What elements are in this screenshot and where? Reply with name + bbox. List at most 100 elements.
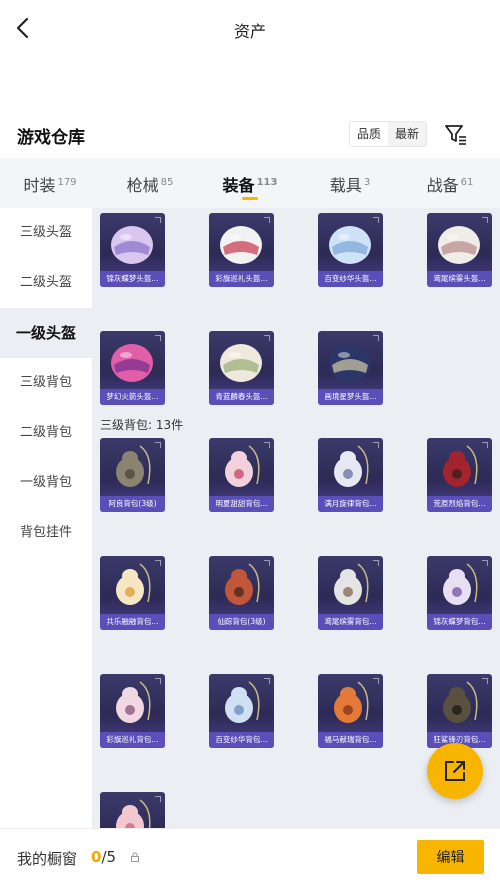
sidebar-item-level1-helmet[interactable]: 一级头盔 [0, 308, 92, 358]
item-name: 百变纱华背包... [209, 732, 274, 748]
card-corner-mark [155, 560, 161, 566]
backpack-group-label: 三级背包: 13件 [100, 418, 184, 432]
item-grid-area: 锦灰蝶梦头盔... 彩旗巡礼头盔... 百变纱华头盔... 鸢尾缤雾头盔... 梦幻火箭… [92, 208, 500, 828]
showcase-bar: 我的橱窗 0/5 编辑 [0, 828, 500, 885]
sidebar-item-level3-backpack[interactable]: 三级背包 [0, 358, 92, 408]
card-corner-mark [155, 678, 161, 684]
card-corner-mark [155, 796, 161, 802]
card-corner-mark [482, 217, 488, 223]
item-name: 锦灰蝶梦背包... [427, 614, 492, 630]
card-corner-mark [155, 335, 161, 341]
card-corner-mark [155, 442, 161, 448]
backpack-card[interactable]: 荒原烈焰背包... [427, 438, 492, 512]
category-tabs: 时装 179 枪械 85 装备 113 载具 3 战备 61 [0, 158, 500, 208]
helmet-card[interactable]: 锦灰蝶梦头盔... [100, 213, 165, 287]
card-corner-mark [155, 217, 161, 223]
item-name: 画境星梦头盔... [318, 389, 383, 405]
tab-count: 3 [363, 176, 371, 188]
tab-count: 85 [160, 176, 174, 188]
sort-latest-option[interactable]: 最新 [388, 122, 426, 146]
item-name: 满月旋律背包... [318, 496, 383, 512]
showcase-count: 0/5 [91, 848, 116, 866]
sort-quality-option[interactable]: 品质 [350, 122, 389, 146]
sidebar-item-level3-helmet[interactable]: 三级头盔 [0, 208, 92, 258]
tab-label: 战备 [426, 176, 459, 195]
backpack-card[interactable] [100, 792, 165, 828]
tab-gear[interactable]: 战备 61 [400, 158, 500, 208]
card-corner-mark [264, 678, 270, 684]
helmet-grid: 锦灰蝶梦头盔... 彩旗巡礼头盔... 百变纱华头盔... 鸢尾缤雾头盔... 梦幻火箭… [100, 213, 500, 405]
tab-count: 113 [256, 176, 278, 188]
card-corner-mark [264, 442, 270, 448]
tab-label: 时装 [23, 176, 56, 195]
sidebar-item-level1-backpack[interactable]: 一级背包 [0, 458, 92, 508]
card-corner-mark [264, 560, 270, 566]
helmet-card[interactable]: 青蓝麟春头盔... [209, 331, 274, 405]
backpack-card[interactable]: 共乐融融背包... [100, 556, 165, 630]
showcase-count-current: 0 [91, 848, 102, 866]
item-name: 鸢尾缤雾背包... [318, 614, 383, 630]
showcase-count-total: /5 [101, 848, 117, 866]
item-name: 仙踪背包(3级) [209, 614, 274, 630]
showcase-label: 我的橱窗 [17, 850, 78, 868]
tab-count: 179 [57, 176, 77, 188]
helmet-card[interactable]: 画境星梦头盔... [318, 331, 383, 405]
card-corner-mark [482, 678, 488, 684]
tab-count: 61 [460, 176, 474, 188]
item-name: 明夏甜甜背包... [209, 496, 274, 512]
backpack-card[interactable]: 彩旗巡礼背包... [100, 674, 165, 748]
tab-guns[interactable]: 枪械 85 [100, 158, 200, 208]
item-name: 梦幻火箭头盔... [100, 389, 165, 405]
card-corner-mark [373, 678, 379, 684]
tab-fashion[interactable]: 时装 179 [0, 158, 100, 208]
sort-toggle: 品质 最新 [349, 121, 428, 147]
item-name: 百变纱华头盔... [318, 271, 383, 287]
backpack-card[interactable]: 锦灰蝶梦背包... [427, 556, 492, 630]
sidebar-item-backpack-charm[interactable]: 背包挂件 [0, 508, 92, 558]
edit-button[interactable]: 编辑 [417, 840, 484, 874]
card-corner-mark [264, 217, 270, 223]
helmet-card[interactable]: 彩旗巡礼头盔... [209, 213, 274, 287]
backpack-card[interactable]: 百变纱华背包... [209, 674, 274, 748]
item-name: 共乐融融背包... [100, 614, 165, 630]
top-bar: 资产 [0, 0, 500, 60]
filter-icon[interactable] [443, 121, 469, 147]
item-name: 福马献瑞背包... [318, 732, 383, 748]
card-corner-mark [373, 335, 379, 341]
backpack-card[interactable]: 福马献瑞背包... [318, 674, 383, 748]
backpack-card[interactable]: 满月旋律背包... [318, 438, 383, 512]
tab-vehicles[interactable]: 载具 3 [300, 158, 400, 208]
backpack-card[interactable]: 明夏甜甜背包... [209, 438, 274, 512]
card-corner-mark [482, 442, 488, 448]
item-name: 彩旗巡礼头盔... [209, 271, 274, 287]
card-corner-mark [373, 442, 379, 448]
tab-label: 载具 [329, 176, 362, 195]
item-name: 彩旗巡礼背包... [100, 732, 165, 748]
warehouse-header: 游戏仓库 品质 最新 [0, 115, 500, 155]
tab-label: 枪械 [126, 176, 159, 195]
backpack-card[interactable]: 狂鲨锋刃背包... [427, 674, 492, 748]
active-tab-indicator [242, 197, 258, 200]
card-corner-mark [373, 217, 379, 223]
lock-icon [131, 852, 139, 862]
share-button[interactable] [427, 743, 483, 799]
card-corner-mark [373, 560, 379, 566]
helmet-card[interactable]: 百变纱华头盔... [318, 213, 383, 287]
item-name: 锦灰蝶梦头盔... [100, 271, 165, 287]
backpack-card[interactable]: 鸢尾缤雾背包... [318, 556, 383, 630]
helmet-card[interactable]: 梦幻火箭头盔... [100, 331, 165, 405]
helmet-card[interactable]: 鸢尾缤雾头盔... [427, 213, 492, 287]
tab-equipment[interactable]: 装备 113 [200, 158, 300, 208]
backpack-card[interactable]: 仙踪背包(3级) [209, 556, 274, 630]
item-name: 荒原烈焰背包... [427, 496, 492, 512]
item-name: 阿良背包(3级) [100, 496, 165, 512]
sidebar-item-level2-helmet[interactable]: 二级头盔 [0, 258, 92, 308]
share-external-icon [445, 761, 465, 781]
page-title: 资产 [233, 22, 266, 41]
backpack-card[interactable]: 阿良背包(3级) [100, 438, 165, 512]
sidebar-item-level2-backpack[interactable]: 二级背包 [0, 408, 92, 458]
item-name: 青蓝麟春头盔... [209, 389, 274, 405]
item-name: 鸢尾缤雾头盔... [427, 271, 492, 287]
equipment-sidebar: 三级头盔 二级头盔 一级头盔 三级背包 二级背包 一级背包 背包挂件 [0, 208, 92, 828]
card-corner-mark [482, 560, 488, 566]
